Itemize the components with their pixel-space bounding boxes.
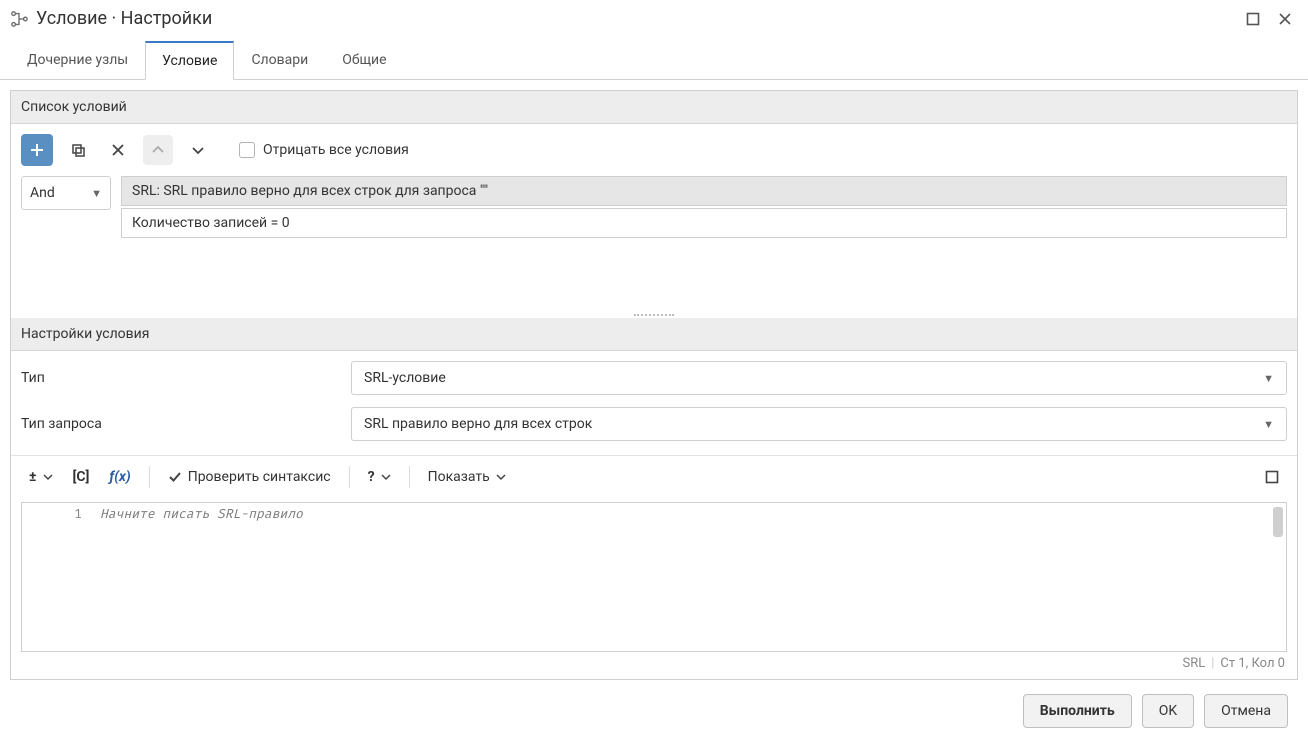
dialog-footer: Выполнить OK Отмена (10, 684, 1298, 740)
chevron-down-icon: ▼ (91, 187, 102, 200)
add-condition-button[interactable] (21, 134, 53, 166)
tab-child-nodes[interactable]: Дочерние узлы (10, 41, 145, 80)
close-button[interactable] (1276, 10, 1294, 28)
condition-row[interactable]: SRL: SRL правило верно для всех строк дл… (121, 176, 1287, 206)
ok-button[interactable]: OK (1142, 694, 1194, 728)
editor-scrollbar[interactable] (1273, 507, 1283, 537)
tab-general[interactable]: Общие (325, 41, 403, 80)
editor-lang: SRL (1183, 656, 1206, 671)
title-bar: Условие · Настройки (0, 0, 1308, 35)
condition-row[interactable]: Количество записей = 0 (121, 208, 1287, 238)
conditions-header: Список условий (11, 91, 1297, 124)
query-type-select[interactable]: SRL правило верно для всех строк ▼ (351, 407, 1287, 441)
query-type-label: Тип запроса (21, 416, 351, 432)
show-button[interactable]: Показать (420, 462, 514, 492)
conditions-toolbar: Отрицать все условия (11, 124, 1297, 176)
editor-status-bar: SRL | Ст 1, Кол 0 (11, 652, 1297, 679)
fullscreen-editor-button[interactable] (1257, 462, 1287, 492)
negate-all-label: Отрицать все условия (263, 142, 409, 158)
settings-header: Настройки условия (11, 318, 1297, 351)
run-button[interactable]: Выполнить (1023, 694, 1132, 728)
editor-gutter: 1 (22, 503, 92, 651)
editor-cursor-pos: Ст 1, Кол 0 (1220, 656, 1285, 671)
operator-select[interactable]: And ▼ (21, 176, 111, 210)
fx-button[interactable]: ƒ(x) (101, 462, 138, 492)
type-label: Тип (21, 370, 351, 386)
chevron-down-icon: ▼ (1263, 372, 1274, 385)
c-bracket-button[interactable]: [C] (65, 462, 98, 492)
editor-toolbar: ± [C] ƒ(x) Проверить синтаксис ? (11, 455, 1297, 498)
tab-condition[interactable]: Условие (145, 41, 234, 80)
type-value: SRL-условие (364, 370, 446, 386)
check-syntax-button[interactable]: Проверить синтаксис (160, 462, 339, 492)
editor-placeholder: Начните писать SRL-правило (92, 503, 1286, 651)
chevron-down-icon: ▼ (1263, 418, 1274, 431)
negate-all-checkbox[interactable] (239, 142, 255, 158)
cancel-button[interactable]: Отмена (1204, 694, 1288, 728)
copy-condition-button[interactable] (63, 135, 93, 165)
type-select[interactable]: SRL-условие ▼ (351, 361, 1287, 395)
maximize-button[interactable] (1244, 10, 1262, 28)
help-button[interactable]: ? (360, 462, 399, 492)
operator-value: And (30, 185, 55, 201)
window-title: Условие · Настройки (36, 8, 212, 29)
tab-bar: Дочерние узлы Условие Словари Общие (0, 41, 1308, 80)
app-icon (10, 10, 28, 28)
tab-dictionaries[interactable]: Словари (234, 41, 325, 80)
move-down-button[interactable] (183, 135, 213, 165)
plus-minus-button[interactable]: ± (21, 462, 61, 492)
query-type-value: SRL правило верно для всех строк (364, 416, 592, 432)
code-editor[interactable]: 1 Начните писать SRL-правило (21, 502, 1287, 652)
delete-condition-button[interactable] (103, 135, 133, 165)
move-up-button[interactable] (143, 135, 173, 165)
